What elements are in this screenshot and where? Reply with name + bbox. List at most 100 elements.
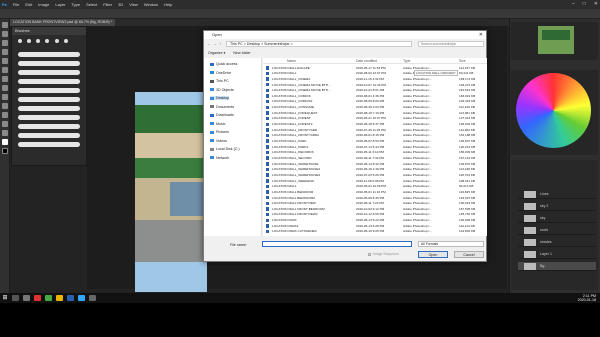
brush-stroke-preview[interactable]	[18, 142, 80, 147]
file-row[interactable]: LOCATION MALL FRONTVIEW2 2019-10-12 6:56 …	[263, 212, 487, 217]
brush-stroke-preview[interactable]	[18, 115, 80, 120]
eyedropper-tool-icon[interactable]	[2, 58, 8, 64]
file-row[interactable]: LOCATION PARK2 2019-05-13 6:28 PM Adobe Ph…	[263, 223, 487, 228]
file-row[interactable]: LOCATION MALL_WAREHOUSE3 2019-07-03 5:26 …	[263, 172, 487, 177]
file-row[interactable]: LOCATION MALL_SECOND 2019-09-11 7:34 PM Ad…	[263, 155, 487, 160]
photoshop-logo[interactable]: Ps	[2, 2, 7, 7]
file-row[interactable]: LOCATION MALL_COMICS 2019-08-01 4:36 PM Ad…	[263, 93, 487, 98]
brush-stroke-preview[interactable]	[18, 61, 80, 66]
close-icon[interactable]: ✕	[594, 1, 598, 7]
pen-tool-icon[interactable]	[2, 103, 8, 109]
file-row[interactable]: LOCATION MALL_FOREST2 2019-06-18 5:37 PM A…	[263, 122, 487, 127]
dialog-toolbar-button[interactable]: Organize ▾	[208, 51, 225, 55]
file-explorer-icon[interactable]	[56, 295, 63, 301]
image-sequence-option[interactable]: Image Sequence	[368, 252, 399, 256]
dialog-search-input[interactable]: Search summerinthejar	[418, 41, 484, 47]
sidebar-item[interactable]: Pictures	[210, 130, 229, 134]
menu-item-type[interactable]: Type	[71, 2, 80, 7]
file-row[interactable]: LOCATION MALL BEDROOM 2019-05-01 11:16 PM…	[263, 189, 487, 194]
menu-item-filter[interactable]: Filter	[103, 2, 112, 7]
sidebar-item[interactable]: OneDrive	[210, 71, 231, 75]
column-date[interactable]: Date modified	[356, 59, 377, 63]
opera-icon[interactable]	[34, 295, 41, 301]
brush-stroke-preview[interactable]	[18, 106, 80, 111]
minimize-icon[interactable]: –	[572, 1, 575, 7]
layer-row[interactable]: shades	[518, 238, 596, 247]
file-row[interactable]: LOCATION MALL_CINEMA MOVIE BTH... 2019-10…	[263, 88, 487, 93]
layer-row[interactable]: roofs	[518, 226, 596, 235]
file-row[interactable]: LOCATION MALL FRONT BEDROOM 2019-10-03 9:…	[263, 206, 487, 211]
file-row[interactable]: LOCATION MALL_RECORDS 2019-05-11 6:10 PM A…	[263, 150, 487, 155]
move-tool-icon[interactable]	[2, 22, 8, 28]
sidebar-item[interactable]: Music	[210, 122, 225, 126]
app-icon[interactable]	[89, 295, 96, 301]
brush-preset-icon[interactable]	[54, 39, 59, 43]
file-row[interactable]: LOCATION MALL_CINEMA MOVIE BTH... 2019-10…	[263, 82, 487, 87]
type-tool-icon[interactable]	[2, 112, 8, 118]
stamp-tool-icon[interactable]	[2, 76, 8, 82]
sidebar-item[interactable]: Local Disk (C:)	[210, 147, 240, 151]
brush-preset-icon[interactable]	[36, 39, 41, 43]
column-name[interactable]: Name	[287, 59, 296, 63]
sidebar-item[interactable]: Quick access	[210, 62, 237, 66]
image-sequence-checkbox[interactable]	[368, 252, 371, 256]
brush-stroke-preview[interactable]	[18, 124, 80, 129]
sidebar-item[interactable]: 3D Objects	[210, 88, 234, 92]
open-button[interactable]: Open	[418, 251, 448, 258]
task-view-icon[interactable]	[23, 295, 30, 301]
brush-stroke-preview[interactable]	[18, 88, 80, 93]
color-wheel[interactable]	[516, 73, 591, 148]
menu-item-layer[interactable]: Layer	[55, 2, 65, 7]
column-type[interactable]: Type	[403, 59, 410, 63]
document-tab[interactable]: LOCATION BANK FRONTVIEW2.psd @ 66.7% (Bg…	[10, 19, 116, 26]
file-row[interactable]: LOCATION MALL_WAREHOUSE 2019-06-14 8:42 P…	[263, 161, 487, 166]
maximize-icon[interactable]: □	[583, 1, 586, 7]
sidebar-item[interactable]: Desktop	[210, 96, 230, 100]
menu-item-image[interactable]: Image	[38, 2, 49, 7]
chrome-icon[interactable]	[45, 295, 52, 301]
file-name-input[interactable]	[262, 241, 412, 247]
brush-tool-icon[interactable]	[2, 67, 8, 73]
eraser-tool-icon[interactable]	[2, 85, 8, 91]
file-row[interactable]: LOCATION MALL_WAREHOUSE2 2019-06-16 2:18 …	[263, 167, 487, 172]
gradient-tool-icon[interactable]	[2, 94, 8, 100]
file-row[interactable]: LOCATION MALL FRONTVIEW 2019-08-11 7:24 P…	[263, 201, 487, 206]
file-row[interactable]: LOCATION MALL_CONSUME 2019-06-30 2:03 PM A…	[263, 105, 487, 110]
brush-preset-icon[interactable]	[27, 39, 32, 43]
file-row[interactable]: LOCATION MALL_FOREST 2019-06-21 10:07 PM A…	[263, 116, 487, 121]
sidebar-item[interactable]: Documents	[210, 105, 234, 109]
sidebar-item[interactable]: Downloads	[210, 113, 234, 117]
zoom-tool-icon[interactable]	[2, 130, 8, 136]
menu-item-3d[interactable]: 3D	[118, 2, 123, 7]
photoshop-taskbar-icon[interactable]	[78, 295, 85, 301]
brush-preset-icon[interactable]	[45, 39, 50, 43]
brush-preset-icon[interactable]	[18, 39, 22, 43]
file-row[interactable]: LOCATION MALL_FRONTYARD2 2019-08-01 8:15 …	[263, 133, 487, 138]
address-bar[interactable]: This PC > Desktop > Summerinthejar >	[226, 41, 412, 47]
system-clock[interactable]: 2:11 PM 2020-01-18	[578, 294, 596, 302]
lasso-tool-icon[interactable]	[2, 40, 8, 46]
layer-row[interactable]: Lines	[518, 190, 596, 199]
dialog-nav-buttons[interactable]: ←→↑	[207, 41, 223, 46]
menu-item-edit[interactable]: Edit	[25, 2, 32, 7]
file-row[interactable]: LOCATION MALL_CINEMA 2019-11-15 4:32 PM Ad…	[263, 76, 487, 81]
menu-item-file[interactable]: File	[13, 2, 19, 7]
brush-stroke-preview[interactable]	[18, 97, 80, 102]
windows-start-icon[interactable]: ⊞	[0, 293, 10, 303]
brush-stroke-preview[interactable]	[18, 52, 80, 57]
menu-item-view[interactable]: View	[129, 2, 138, 7]
sidebar-item[interactable]: Network	[210, 156, 229, 160]
layer-row[interactable]: sky 2	[518, 202, 596, 211]
menu-item-window[interactable]: Window	[144, 2, 158, 7]
file-row[interactable]: LOCATION MALL_PARK2 2019-07-14 5:44 PM Ado…	[263, 144, 487, 149]
word-icon[interactable]	[67, 295, 74, 301]
file-row[interactable]: LOCATION MALL_COMICS2 2019-08-06 8:09 PM A…	[263, 99, 487, 104]
crop-tool-icon[interactable]	[2, 49, 8, 55]
file-row[interactable]: LOCATION MALL_PARK 2019-05-07 8:53 PM Adob…	[263, 138, 487, 143]
layer-row[interactable]: Layer 1	[518, 250, 596, 259]
brush-stroke-preview[interactable]	[18, 133, 80, 138]
file-row[interactable]: LOCATION MALL_FOREQUEST 2019-08-18 7:19 P…	[263, 110, 487, 115]
layer-row[interactable]: Bg	[518, 262, 596, 271]
file-row[interactable]: LOCATION PARK CUTSCENES 2019-06-10 9:05 P…	[263, 229, 487, 234]
brush-preset-icon[interactable]	[63, 39, 68, 43]
